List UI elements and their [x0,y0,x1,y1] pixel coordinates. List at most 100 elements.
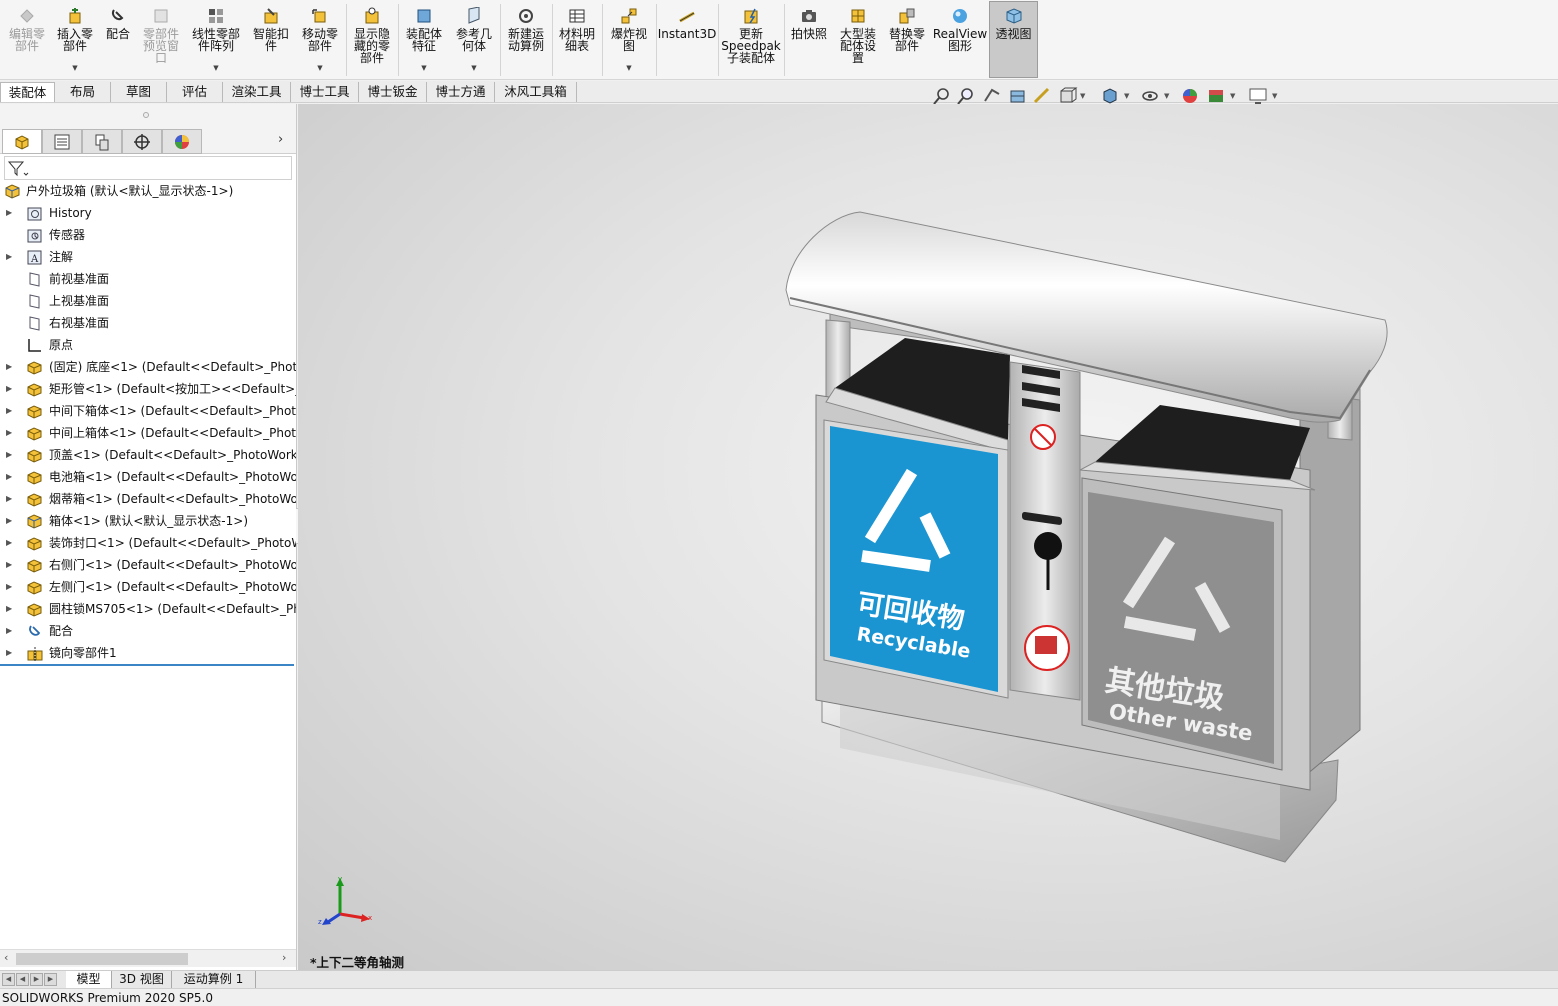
tab-doctor-square-tube[interactable]: 博士方通 [427,82,495,102]
expand-arrow-icon[interactable]: ▶ [6,642,12,664]
tree-item[interactable]: ▶ 箱体<1> (默认<默认_显示状态-1>) [0,510,296,532]
display-style-icon[interactable] [1100,86,1120,106]
tree-item[interactable]: ▶ 电池箱<1> (Default<<Default>_PhotoWorl [0,466,296,488]
tab-3d-view[interactable]: 3D 视图 [112,971,172,988]
expand-arrow-icon[interactable]: ▶ [6,246,12,268]
tree-root-assembly[interactable]: 户外垃圾箱 (默认<默认_显示状态-1>) [0,180,296,202]
expand-arrow-icon[interactable]: ▶ [6,378,12,400]
tab-doctor-tools[interactable]: 博士工具 [291,82,359,102]
dimxpert-tab[interactable] [122,129,162,154]
tree-item[interactable]: ▶ History [0,202,296,224]
tree-item[interactable]: 传感器 [0,224,296,246]
show-hidden-components-button[interactable]: 显示隐 藏的零 部件 [348,2,396,78]
take-snapshot-button[interactable]: 拍快照 [786,2,832,78]
move-component-button[interactable]: 移动零 部件 ▼ [296,2,344,78]
chevron-right-icon[interactable]: › [278,132,283,147]
zoom-to-area-icon[interactable] [956,86,976,106]
feature-filter-box[interactable] [4,156,292,180]
tab-doctor-sheetmetal[interactable]: 博士钣金 [359,82,427,102]
chevron-down-icon[interactable]: ▼ [421,62,426,74]
apply-scene-icon[interactable] [1206,86,1226,106]
tab-layout[interactable]: 布局 [55,82,111,102]
expand-arrow-icon[interactable]: ▶ [6,510,12,532]
expand-arrow-icon[interactable]: ▶ [6,532,12,554]
tree-item[interactable]: ▶ 中间上箱体<1> (Default<<Default>_PhotoW [0,422,296,444]
insert-component-button[interactable]: 插入零 部件 ▼ [52,2,98,78]
expand-arrow-icon[interactable]: ▶ [6,400,12,422]
tree-item[interactable]: ▶ 矩形管<1> (Default<按加工><<Default>_P [0,378,296,400]
tab-mufeng-toolbox[interactable]: 沐风工具箱 [495,82,577,102]
tab-render-tools[interactable]: 渲染工具 [223,82,291,102]
tree-item[interactable]: ▶ 烟蒂箱<1> (Default<<Default>_PhotoWorl [0,488,296,510]
exploded-view-button[interactable]: 爆炸视 图 ▼ [604,2,654,78]
tree-item[interactable]: ▶ 左侧门<1> (Default<<Default>_PhotoWorl [0,576,296,598]
large-assembly-settings-button[interactable]: 大型装 配体设 置 [834,2,882,78]
chevron-down-icon[interactable]: ▼ [471,62,476,74]
chevron-down-icon[interactable]: ▼ [213,62,218,74]
last-tab-icon[interactable]: ▶ [44,973,57,986]
expand-arrow-icon[interactable]: ▶ [6,444,12,466]
tree-item[interactable]: ▶ 装饰封口<1> (Default<<Default>_PhotoWo [0,532,296,554]
previous-view-icon[interactable] [982,86,1002,106]
tree-item[interactable]: ▶ 镜向零部件1 [0,642,296,664]
expand-arrow-icon[interactable]: ▶ [6,466,12,488]
tab-sketch[interactable]: 草图 [111,82,167,102]
property-manager-tab[interactable] [42,129,82,154]
next-tab-icon[interactable]: ▶ [30,973,43,986]
tree-item[interactable]: ▶ A 注解 [0,246,296,268]
tab-assembly[interactable]: 装配体 [0,82,55,102]
linear-pattern-button[interactable]: 线性零部 件阵列 ▼ [188,2,244,78]
expand-arrow-icon[interactable]: ▶ [6,576,12,598]
chevron-down-icon[interactable]: ▼ [1272,92,1277,100]
tree-item[interactable]: 前视基准面 [0,268,296,290]
update-speedpak-button[interactable]: 更新 Speedpak 子装配体 [720,2,782,78]
tree-item[interactable]: ▶ 顶盖<1> (Default<<Default>_PhotoWorks [0,444,296,466]
horizontal-scrollbar[interactable]: ‹ › [0,949,296,967]
chevron-down-icon[interactable]: ▼ [626,62,631,74]
chevron-down-icon[interactable]: ▼ [1230,92,1235,100]
scroll-right-icon[interactable]: › [282,951,286,964]
scroll-left-icon[interactable]: ‹ [4,951,8,964]
panel-splitter[interactable] [0,104,296,128]
perspective-button[interactable]: 透视图 [989,1,1038,78]
configuration-manager-tab[interactable] [82,129,122,154]
expand-arrow-icon[interactable]: ▶ [6,554,12,576]
expand-arrow-icon[interactable]: ▶ [6,422,12,444]
tree-item[interactable]: ▶ 配合 [0,620,296,642]
tree-item[interactable]: ▶ 右侧门<1> (Default<<Default>_PhotoWorl [0,554,296,576]
instant3d-button[interactable]: Instant3D [658,2,716,78]
expand-arrow-icon[interactable]: ▶ [6,620,12,642]
tree-item[interactable]: ▶ (固定) 底座<1> (Default<<Default>_PhotoW [0,356,296,378]
splitter-handle-icon[interactable] [143,112,149,118]
tab-motion-study-1[interactable]: 运动算例 1 [172,971,256,988]
previous-tab-icon[interactable]: ◀ [16,973,29,986]
reference-geometry-button[interactable]: 参考几 何体 ▼ [450,2,498,78]
graphics-area[interactable]: 可回收物 Recyclable 其他垃圾 Other waste y x z *… [298,104,1558,970]
expand-arrow-icon[interactable]: ▶ [6,488,12,510]
view-orientation-icon[interactable] [1058,86,1078,106]
feature-tree-tab[interactable] [2,129,42,154]
hide-show-items-icon[interactable] [1140,86,1160,106]
first-tab-icon[interactable]: ◀ [2,973,15,986]
tree-item[interactable]: ▶ 圆柱锁MS705<1> (Default<<Default>_Pho [0,598,296,620]
chevron-down-icon[interactable]: ▼ [72,62,77,74]
tab-evaluate[interactable]: 评估 [167,82,223,102]
filter-icon[interactable] [7,159,29,179]
tree-item[interactable]: ▶ 中间下箱体<1> (Default<<Default>_PhotoW [0,400,296,422]
replace-component-button[interactable]: 替换零 部件 [884,2,930,78]
tree-item[interactable]: 右视基准面 [0,312,296,334]
chevron-down-icon[interactable]: ▼ [1164,92,1169,100]
tree-rollback-bar[interactable] [0,664,294,666]
chevron-down-icon[interactable]: ▼ [1080,92,1085,100]
edit-appearance-icon[interactable] [1180,86,1200,106]
view-settings-icon[interactable] [1248,86,1268,106]
dynamic-annotation-icon[interactable] [1032,86,1052,106]
tree-item[interactable]: 原点 [0,334,296,356]
new-motion-study-button[interactable]: 新建运 动算例 [502,2,550,78]
expand-arrow-icon[interactable]: ▶ [6,598,12,620]
chevron-down-icon[interactable]: ▼ [317,62,322,74]
expand-arrow-icon[interactable]: ▶ [6,356,12,378]
trash-bin-model[interactable]: 可回收物 Recyclable 其他垃圾 Other waste [298,104,1558,970]
mate-button[interactable]: 配合 [100,2,136,78]
section-view-icon[interactable] [1008,86,1028,106]
